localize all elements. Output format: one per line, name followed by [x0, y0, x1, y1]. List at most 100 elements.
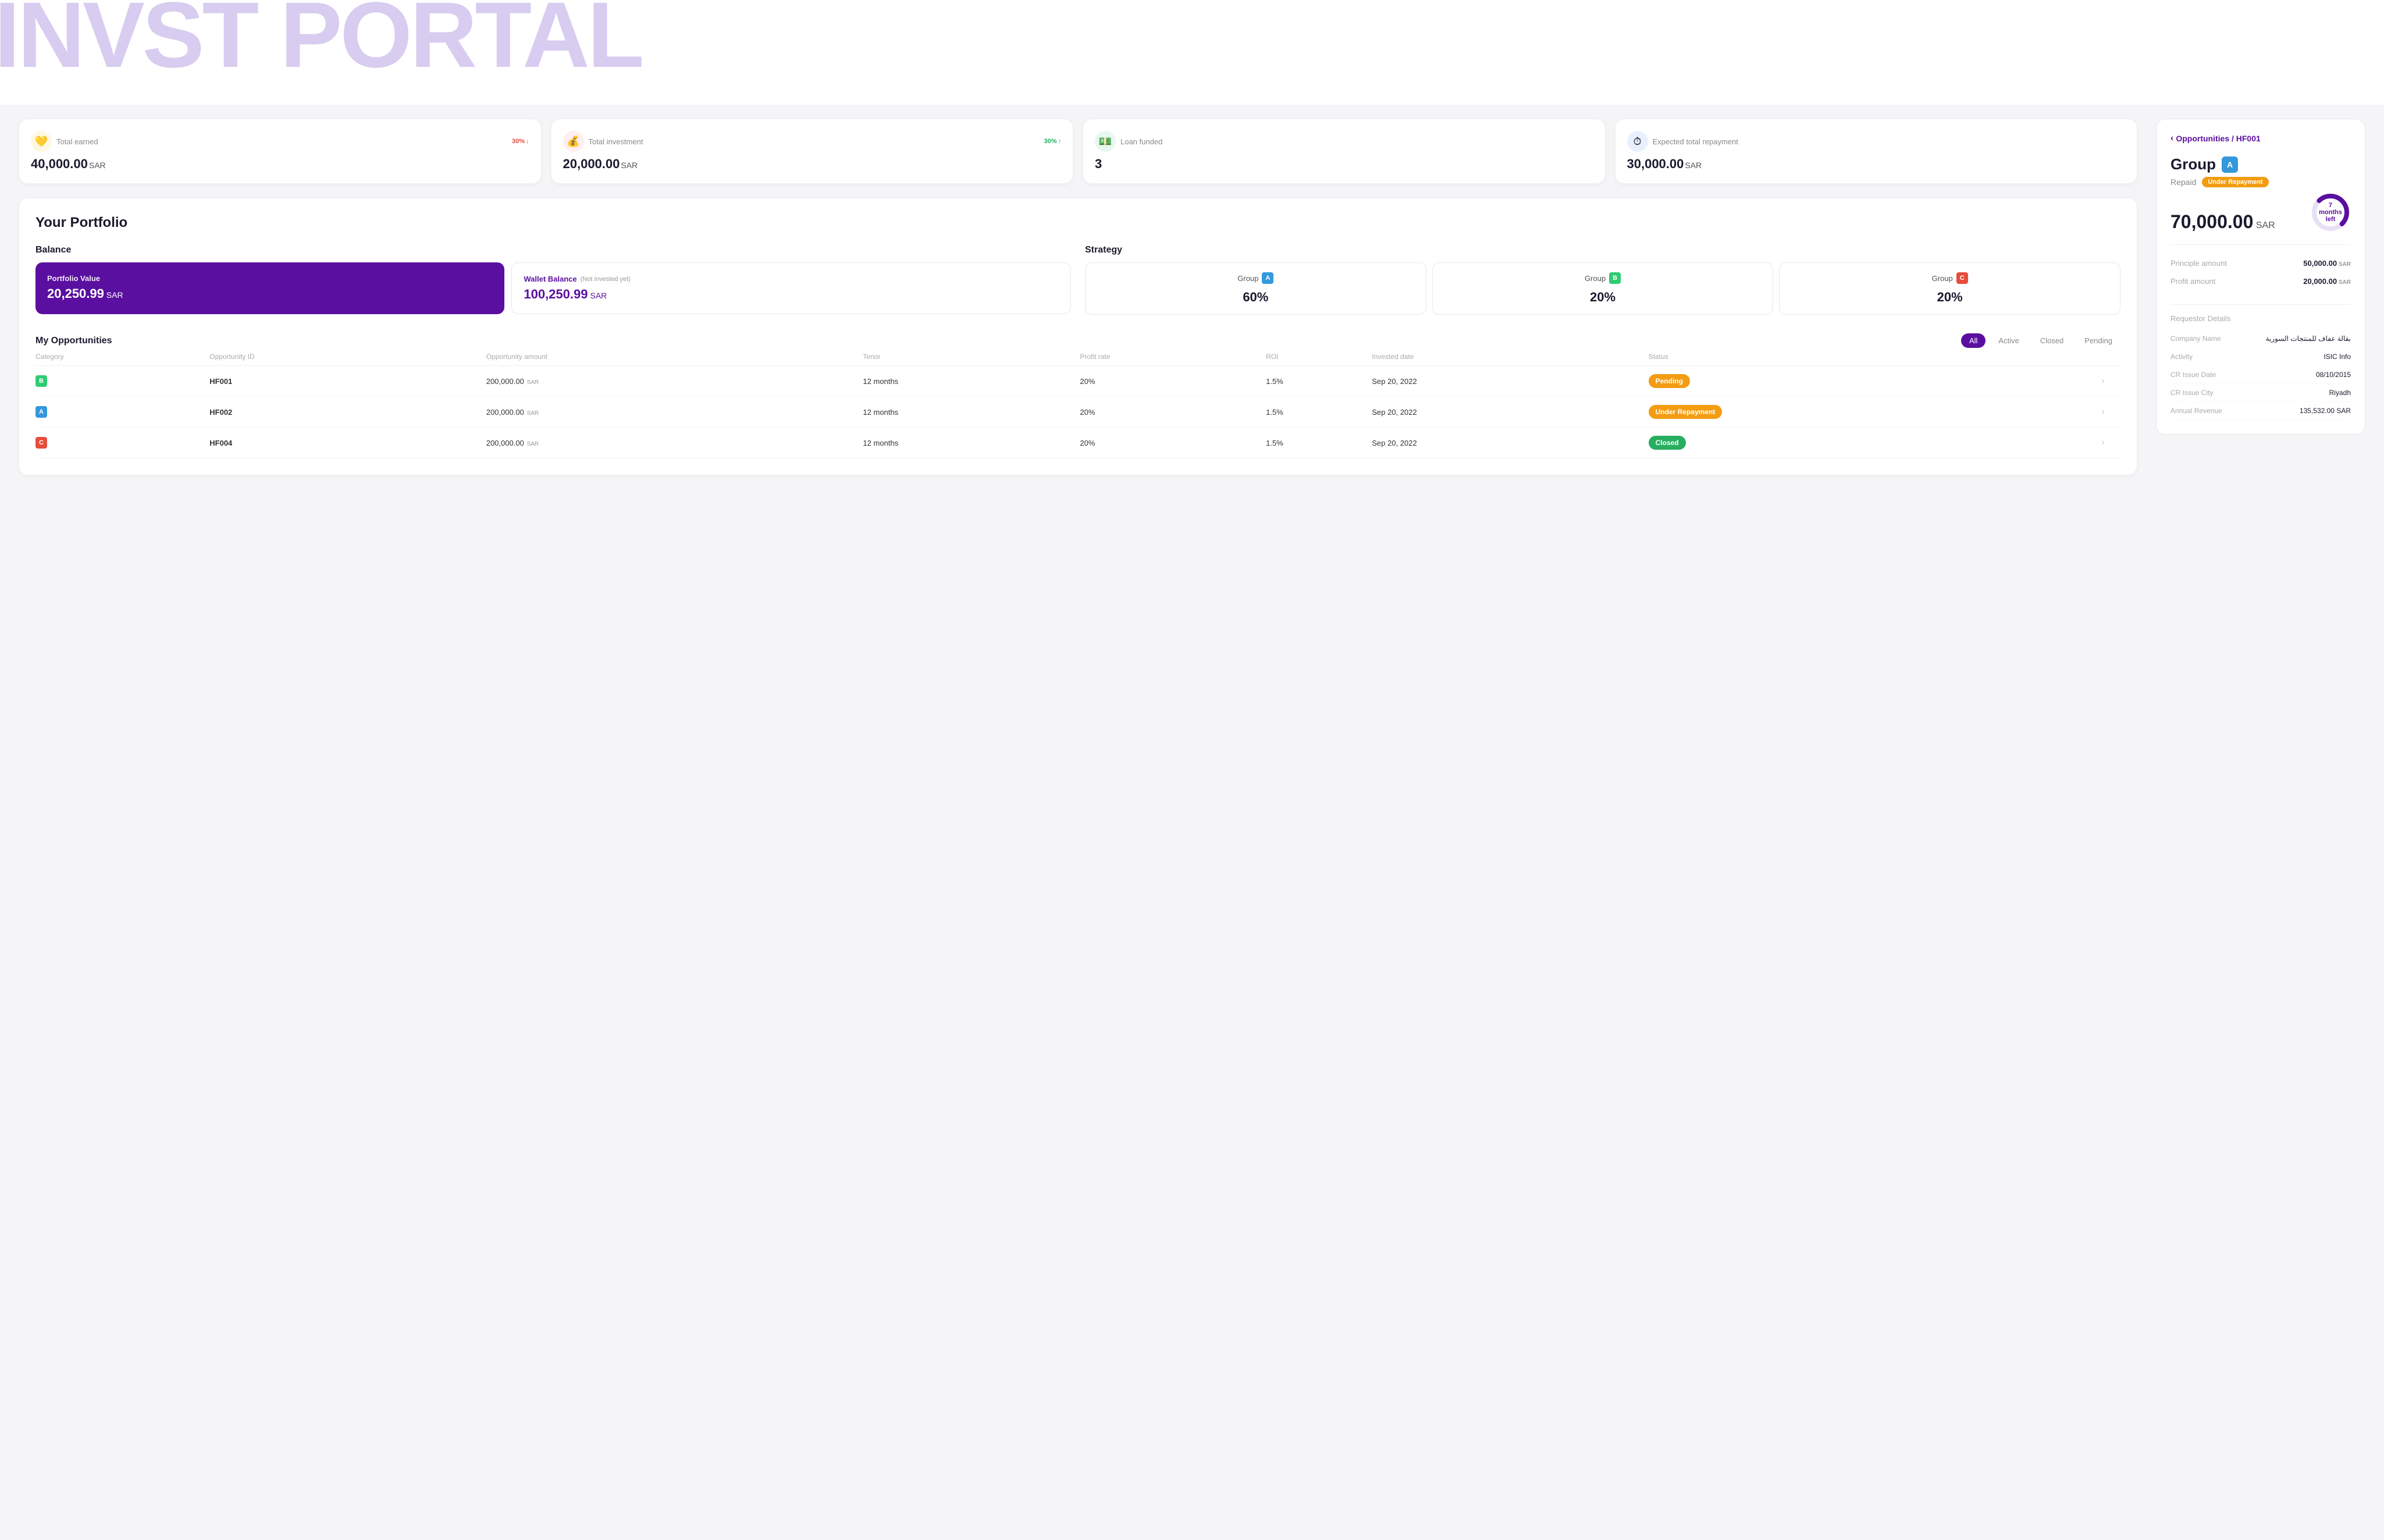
total-earned-value: 40,000.00SAR [31, 157, 529, 172]
req-value: Riyadh [2329, 389, 2351, 397]
balance-strategy-row: Balance Portfolio Value 20,250.99 SAR Wa… [35, 245, 2120, 315]
req-label: Annual Revenue [2170, 407, 2222, 415]
group-title-row: Group A [2170, 155, 2351, 173]
opp-profit-rate: 20% [1080, 366, 1266, 397]
stat-cards: 💛 Total earned 30%↓ 40,000.00SAR 💰 Total… [19, 119, 2137, 184]
opp-chevron[interactable]: › [2101, 366, 2120, 397]
repaid-status-badge: Under Repayment [2202, 177, 2268, 187]
opp-chevron[interactable]: › [2101, 397, 2120, 428]
requestor-field-row: CR Issue City Riyadh [2170, 384, 2351, 402]
col-opp-id: Opportunity ID [209, 348, 486, 366]
col-status: Status [1649, 348, 2102, 366]
opp-chevron[interactable]: › [2101, 428, 2120, 458]
total-earned-card: 💛 Total earned 30%↓ 40,000.00SAR [19, 119, 542, 184]
requestor-section: Requestor Details Company Name بقالة عفا… [2170, 304, 2351, 420]
opp-tenor: 12 months [863, 366, 1080, 397]
right-panel: ‹ Opportunities / HF001 Group A Repaid U… [2156, 119, 2365, 435]
opp-invested-date: Sep 20, 2022 [1372, 397, 1648, 428]
breadcrumb-text: Opportunities / HF001 [2176, 134, 2260, 143]
expected-repayment-value: 30,000.00SAR [1627, 157, 2126, 172]
requestor-field-row: Annual Revenue 135,532.00 SAR [2170, 402, 2351, 420]
group-letter-badge: A [2222, 157, 2238, 173]
opp-roi: 1.5% [1266, 397, 1372, 428]
expected-repayment-card: ⏱ Expected total repayment 30,000.00SAR [1615, 119, 2138, 184]
loan-funded-card: 💵 Loan funded 3 [1083, 119, 1606, 184]
repaid-label: Repaid [2170, 177, 2196, 187]
table-row[interactable]: B HF001 200,000.00 SAR 12 months 20% 1.5… [35, 366, 2120, 397]
filter-tab-active[interactable]: Active [1990, 333, 2027, 348]
requestor-title: Requestor Details [2170, 314, 2351, 323]
requestor-field-row: Activity ISIC Info [2170, 348, 2351, 366]
group-c-badge: C [1956, 272, 1968, 284]
group-a-badge: A [1262, 272, 1273, 284]
profit-row: Profit amount 20,000.00 SAR [2170, 272, 2351, 290]
row-chevron-icon[interactable]: › [2101, 438, 2104, 447]
status-badge: Pending [1649, 374, 1690, 388]
requestor-rows: Company Name بقالة عفاف للمنتجات السورية… [2170, 330, 2351, 420]
col-roi: ROI [1266, 348, 1372, 366]
req-value: 135,532.00 SAR [2300, 407, 2351, 415]
total-investment-value: 20,000.00SAR [563, 157, 1062, 172]
opp-status: Under Repayment [1649, 397, 2102, 428]
opp-tenor: 12 months [863, 397, 1080, 428]
stat-card-header-investment: 💰 Total investment 30%↑ [563, 131, 1062, 152]
loan-funded-label: Loan funded [1120, 137, 1593, 146]
total-earned-label: Total earned [56, 137, 507, 146]
table-row[interactable]: A HF002 200,000.00 SAR 12 months 20% 1.5… [35, 397, 2120, 428]
table-row[interactable]: C HF004 200,000.00 SAR 12 months 20% 1.5… [35, 428, 2120, 458]
filter-tab-pending[interactable]: Pending [2076, 333, 2120, 348]
principle-row: Principle amount 50,000.00 SAR [2170, 254, 2351, 272]
wallet-balance-card: Wallet Balance (Not invested yet) 100,25… [511, 262, 1071, 314]
opp-amount: 200,000.00 SAR [486, 397, 863, 428]
breadcrumb-back-icon[interactable]: ‹ [2170, 133, 2173, 144]
stat-card-header: 💛 Total earned 30%↓ [31, 131, 529, 152]
category-badge: B [35, 375, 47, 387]
status-badge: Under Repayment [1649, 405, 1723, 419]
total-investment-badge: 30%↑ [1044, 138, 1061, 145]
breadcrumb[interactable]: ‹ Opportunities / HF001 [2170, 133, 2351, 144]
detail-rows: Principle amount 50,000.00 SAR Profit am… [2170, 244, 2351, 290]
total-earned-icon: 💛 [31, 131, 52, 152]
stat-card-header-repayment: ⏱ Expected total repayment [1627, 131, 2126, 152]
repaid-amount-row: 70,000.00 SAR 7 months left [2170, 192, 2351, 233]
loan-funded-icon: 💵 [1095, 131, 1116, 152]
total-investment-icon: 💰 [563, 131, 584, 152]
opp-profit-rate: 20% [1080, 428, 1266, 458]
portfolio-value-label: Portfolio Value [47, 274, 493, 283]
filter-tab-all[interactable]: All [1961, 333, 1986, 348]
stat-card-header-loan: 💵 Loan funded [1095, 131, 1593, 152]
col-tenor: Tenor [863, 348, 1080, 366]
profit-value: 20,000.00 SAR [2303, 277, 2351, 286]
portfolio-value-card: Portfolio Value 20,250.99 SAR [35, 262, 504, 314]
opp-status: Closed [1649, 428, 2102, 458]
hero-section: INVST PORTAL [0, 0, 2384, 105]
balance-title: Balance [35, 245, 1071, 255]
req-value: 08/10/2015 [2316, 371, 2351, 379]
col-amount: Opportunity amount [486, 348, 863, 366]
main-layout: 💛 Total earned 30%↓ 40,000.00SAR 💰 Total… [0, 105, 2384, 489]
opp-invested-date: Sep 20, 2022 [1372, 428, 1648, 458]
group-b-badge: B [1609, 272, 1621, 284]
opp-roi: 1.5% [1266, 428, 1372, 458]
opp-amount: 200,000.00 SAR [486, 428, 863, 458]
total-investment-label: Total investment [589, 137, 1040, 146]
strategy-area: Strategy Group A 60% Group [1085, 245, 2120, 315]
strategy-cards: Group A 60% Group B 20% [1085, 262, 2120, 315]
req-label: Activity [2170, 353, 2193, 361]
category-badge: C [35, 437, 47, 449]
portfolio-value-amount: 20,250.99 SAR [47, 286, 493, 301]
requestor-field-row: CR Issue Date 08/10/2015 [2170, 366, 2351, 384]
opp-status: Pending [1649, 366, 2102, 397]
opp-id: HF004 [209, 428, 486, 458]
col-category: Category [35, 348, 209, 366]
row-chevron-icon[interactable]: › [2101, 376, 2104, 386]
opportunities-header: My Opportunities All Active Closed Pendi… [35, 333, 2120, 348]
filter-tab-closed[interactable]: Closed [2032, 333, 2072, 348]
opp-invested-date: Sep 20, 2022 [1372, 366, 1648, 397]
req-label: CR Issue City [2170, 389, 2213, 397]
requestor-field-row: Company Name بقالة عفاف للمنتجات السورية [2170, 330, 2351, 348]
row-chevron-icon[interactable]: › [2101, 407, 2104, 417]
balance-cards: Portfolio Value 20,250.99 SAR Wallet Bal… [35, 262, 1071, 314]
opp-id: HF001 [209, 366, 486, 397]
principle-label: Principle amount [2170, 259, 2227, 268]
